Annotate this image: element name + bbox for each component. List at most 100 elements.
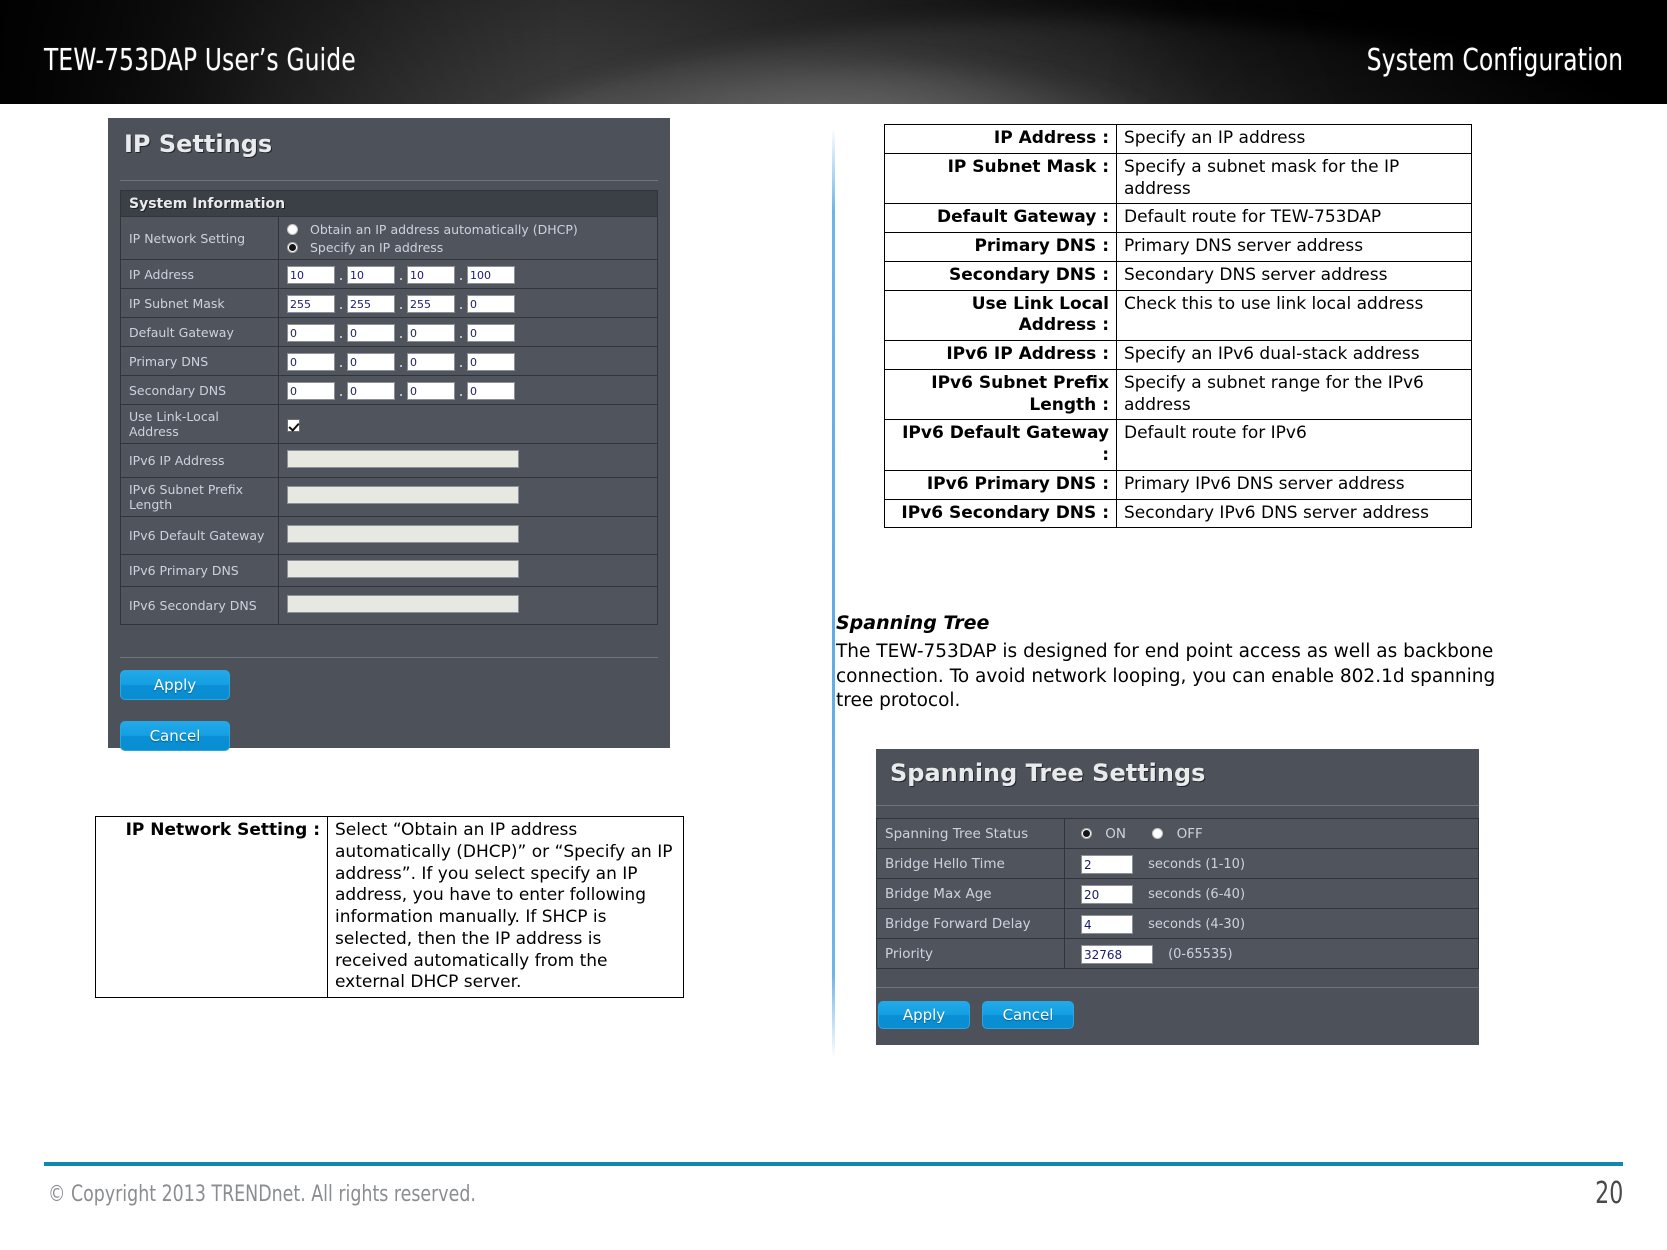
ip-field-value: Specify a subnet range for the IPv6 addr… (1116, 368, 1472, 421)
ip-settings-title-rule (120, 180, 658, 181)
primary-dns-octet-2[interactable]: 0 (347, 352, 395, 371)
ipv6-secondary-dns-label: IPv6 Secondary DNS (120, 586, 279, 625)
spanning-tree-panel-title: Spanning Tree Settings (890, 759, 1206, 787)
table-row: IPv6 IP Address : Specify an IPv6 dual-st… (884, 340, 1472, 370)
ip-address-octet-3[interactable]: 10 (407, 265, 455, 284)
octet-dot: . (338, 352, 344, 371)
ip-settings-apply-button[interactable]: Apply (120, 670, 230, 700)
footer-divider (44, 1162, 1623, 1166)
row-bridge-hello-time: Bridge Hello Time 2 seconds (1-10) (876, 848, 1479, 879)
spanning-tree-cancel-button[interactable]: Cancel (982, 1001, 1074, 1029)
octet-dot: . (458, 294, 464, 313)
ipv6-primary-dns-input[interactable] (287, 559, 519, 578)
ip-field-value: Secondary IPv6 DNS server address (1116, 498, 1472, 529)
ipv6-ip-address-input[interactable] (287, 449, 519, 468)
bridge-hello-time-unit: seconds (1-10) (1148, 856, 1246, 872)
ip-address-label: IP Address (120, 259, 279, 289)
ipv6-subnet-prefix-label: IPv6 Subnet Prefix Length (120, 477, 279, 517)
secondary-dns-octet-1[interactable]: 0 (287, 381, 335, 400)
radio-static-label: Specify an IP address (309, 240, 444, 255)
subnet-octet-3[interactable]: 255 (407, 294, 455, 313)
ip-field-key: IPv6 Default Gateway : (884, 419, 1117, 471)
row-ipv6-primary-dns: IPv6 Primary DNS (120, 554, 658, 587)
system-information-header: System Information (120, 190, 658, 217)
table-row: IP Address : Specify an IP address (884, 124, 1472, 154)
ip-field-key: IPv6 IP Address : (884, 340, 1117, 370)
row-default-gateway: Default Gateway 0.0.0.0 (120, 317, 658, 347)
column-divider (832, 128, 835, 1058)
radio-static-icon[interactable] (287, 242, 298, 253)
bridge-max-age-input[interactable]: 20 (1081, 884, 1133, 904)
ipv6-subnet-prefix-input[interactable] (287, 486, 519, 504)
primary-dns-label: Primary DNS (120, 346, 279, 376)
gateway-octet-4[interactable]: 0 (467, 323, 515, 342)
ip-field-value: Specify an IPv6 dual-stack address (1116, 340, 1472, 370)
secondary-dns-octet-2[interactable]: 0 (347, 381, 395, 400)
spanning-tree-apply-button[interactable]: Apply (878, 1001, 970, 1029)
spanning-tree-buttons-rule (876, 987, 1479, 988)
table-row: Secondary DNS : Secondary DNS server addr… (884, 260, 1472, 291)
radio-spanning-tree-off-label: OFF (1176, 825, 1203, 842)
footer-copyright: © Copyright 2013 TRENDnet. All rights re… (48, 1182, 476, 1207)
radio-option-static[interactable]: Specify an IP address (287, 239, 649, 255)
spanning-tree-settings-panel: Spanning Tree Settings Spanning Tree Sta… (876, 749, 1479, 1045)
primary-dns-octet-4[interactable]: 0 (467, 352, 515, 371)
bridge-forward-delay-input[interactable]: 4 (1081, 914, 1133, 934)
gateway-octet-2[interactable]: 0 (347, 323, 395, 342)
ipv6-default-gateway-input[interactable] (287, 524, 519, 543)
octet-dot: . (398, 352, 404, 371)
bridge-max-age-label: Bridge Max Age (876, 878, 1065, 909)
use-link-local-checkbox[interactable] (287, 418, 300, 432)
primary-dns-octet-3[interactable]: 0 (407, 352, 455, 371)
row-use-link-local: Use Link-Local Address (120, 404, 658, 444)
row-ipv6-subnet-prefix: IPv6 Subnet Prefix Length (120, 477, 658, 517)
subnet-octet-2[interactable]: 255 (347, 294, 395, 313)
ip-address-octet-1[interactable]: 10 (287, 265, 335, 284)
ip-field-value: Specify an IP address (1116, 124, 1472, 154)
radio-option-dhcp[interactable]: Obtain an IP address automatically (DHCP… (287, 221, 649, 237)
gateway-octet-3[interactable]: 0 (407, 323, 455, 342)
ipv6-primary-dns-label: IPv6 Primary DNS (120, 554, 279, 587)
subnet-octet-4[interactable]: 0 (467, 294, 515, 313)
radio-spanning-tree-on-icon[interactable] (1081, 828, 1092, 839)
ip-field-value: Specify a subnet mask for the IP address (1116, 152, 1472, 205)
bridge-max-age-unit: seconds (6-40) (1148, 886, 1246, 902)
gateway-octet-1[interactable]: 0 (287, 323, 335, 342)
ip-settings-cancel-button[interactable]: Cancel (120, 721, 230, 751)
row-primary-dns: Primary DNS 0.0.0.0 (120, 346, 658, 376)
subnet-octet-1[interactable]: 255 (287, 294, 335, 313)
ip-field-key: IPv6 Subnet Prefix Length : (884, 368, 1117, 421)
ip-field-key: Default Gateway : (884, 203, 1117, 233)
row-ip-network-setting: IP Network Setting Obtain an IP address … (120, 216, 658, 260)
table-row: IPv6 Primary DNS : Primary IPv6 DNS serve… (884, 469, 1472, 500)
octet-dot: . (338, 381, 344, 400)
row-spanning-tree-status: Spanning Tree Status ON OFF (876, 818, 1479, 849)
ip-address-octet-4[interactable]: 100 (467, 265, 515, 284)
ip-field-key: Primary DNS : (884, 232, 1117, 262)
ipv6-secondary-dns-input[interactable] (287, 594, 519, 613)
priority-input[interactable]: 32768 (1081, 944, 1153, 964)
use-link-local-label: Use Link-Local Address (120, 404, 279, 444)
radio-spanning-tree-off-icon[interactable] (1152, 828, 1164, 839)
guide-title: TEW-753DAP User’s Guide (44, 43, 356, 78)
ip-network-setting-desc-key: IP Network Setting : (95, 816, 328, 998)
secondary-dns-octet-4[interactable]: 0 (467, 381, 515, 400)
footer-page-number: 20 (1594, 1176, 1623, 1211)
ip-field-value: Default route for TEW-753DAP (1116, 203, 1472, 233)
row-priority: Priority 32768 (0-65535) (876, 938, 1479, 969)
bridge-hello-time-input[interactable]: 2 (1081, 854, 1133, 874)
ip-address-octet-2[interactable]: 10 (347, 265, 395, 284)
ip-fields-description-table: IP Address : Specify an IP address IP Subn… (884, 124, 1472, 529)
octet-dot: . (338, 294, 344, 313)
octet-dot: . (398, 294, 404, 313)
octet-dot: . (338, 265, 344, 284)
priority-unit: (0-65535) (1168, 946, 1233, 962)
ip-field-value: Default route for IPv6 (1116, 419, 1472, 471)
primary-dns-octet-1[interactable]: 0 (287, 352, 335, 371)
radio-dhcp-icon[interactable] (287, 224, 298, 235)
ip-field-value: Primary IPv6 DNS server address (1116, 469, 1472, 500)
spanning-tree-table: Spanning Tree Status ON OFF Bridge Hello… (876, 818, 1479, 969)
table-row: IP Network Setting : Select “Obtain an I… (95, 816, 684, 998)
secondary-dns-octet-3[interactable]: 0 (407, 381, 455, 400)
table-row: Use Link Local Address : Check this to us… (884, 289, 1472, 341)
